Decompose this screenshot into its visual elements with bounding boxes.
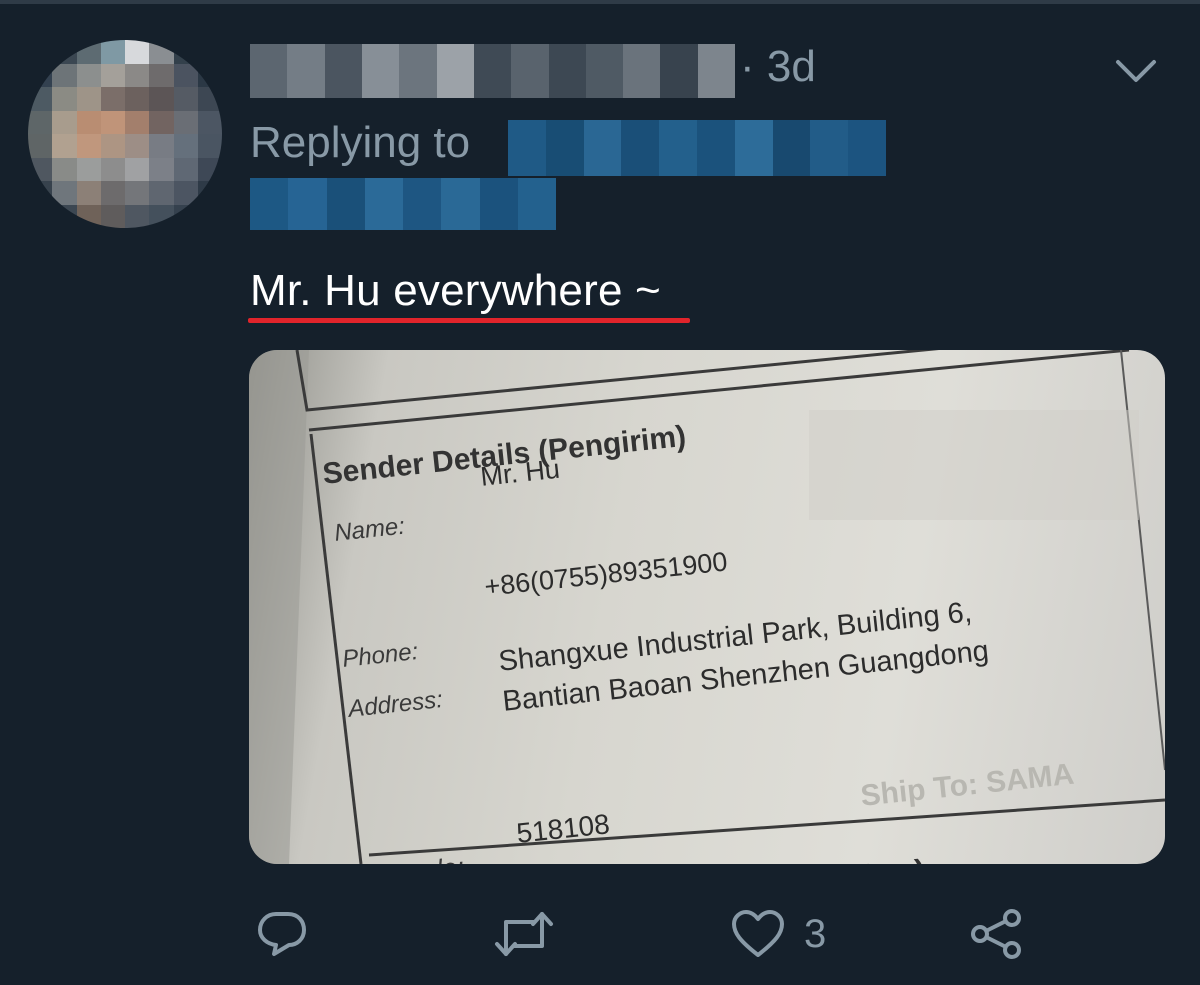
address-label: Address: bbox=[347, 686, 445, 723]
retweet-icon bbox=[495, 912, 553, 956]
postcode-label: stcode: bbox=[379, 851, 466, 864]
phone-value: +86(0755)89351900 bbox=[483, 546, 729, 602]
replying-to-label: Replying to bbox=[250, 118, 471, 167]
top-divider bbox=[0, 0, 1200, 4]
reply-button[interactable] bbox=[256, 904, 308, 964]
share-button[interactable] bbox=[968, 904, 1024, 964]
tweet-text: Mr. Hu everywhere ~ bbox=[250, 266, 661, 315]
like-button[interactable]: 3 bbox=[730, 904, 826, 964]
avatar[interactable] bbox=[28, 40, 222, 228]
red-underline-annotation bbox=[248, 318, 690, 323]
phone-label: Phone: bbox=[341, 638, 420, 673]
retweet-button[interactable] bbox=[494, 904, 554, 964]
like-count: 3 bbox=[804, 911, 827, 956]
display-name-redacted[interactable] bbox=[250, 44, 736, 98]
reply-handle-redacted-2[interactable] bbox=[250, 178, 556, 230]
chevron-down-icon[interactable] bbox=[1114, 56, 1158, 86]
tweet-photo[interactable]: Sender Details (Pengirim) Name: Mr. Hu P… bbox=[249, 350, 1165, 864]
reply-handle-redacted[interactable] bbox=[508, 120, 886, 176]
like-icon bbox=[732, 910, 784, 957]
share-icon bbox=[971, 909, 1021, 959]
name-label: Name: bbox=[333, 512, 407, 547]
tweet-timestamp[interactable]: · 3d bbox=[740, 42, 816, 92]
recipient-heading-fragment: (Penerima) bbox=[769, 854, 927, 864]
reply-icon bbox=[258, 912, 306, 956]
postcode-value: 518108 bbox=[515, 808, 612, 849]
faint-ship-to-text: Ship To: SAMA bbox=[859, 757, 1076, 813]
